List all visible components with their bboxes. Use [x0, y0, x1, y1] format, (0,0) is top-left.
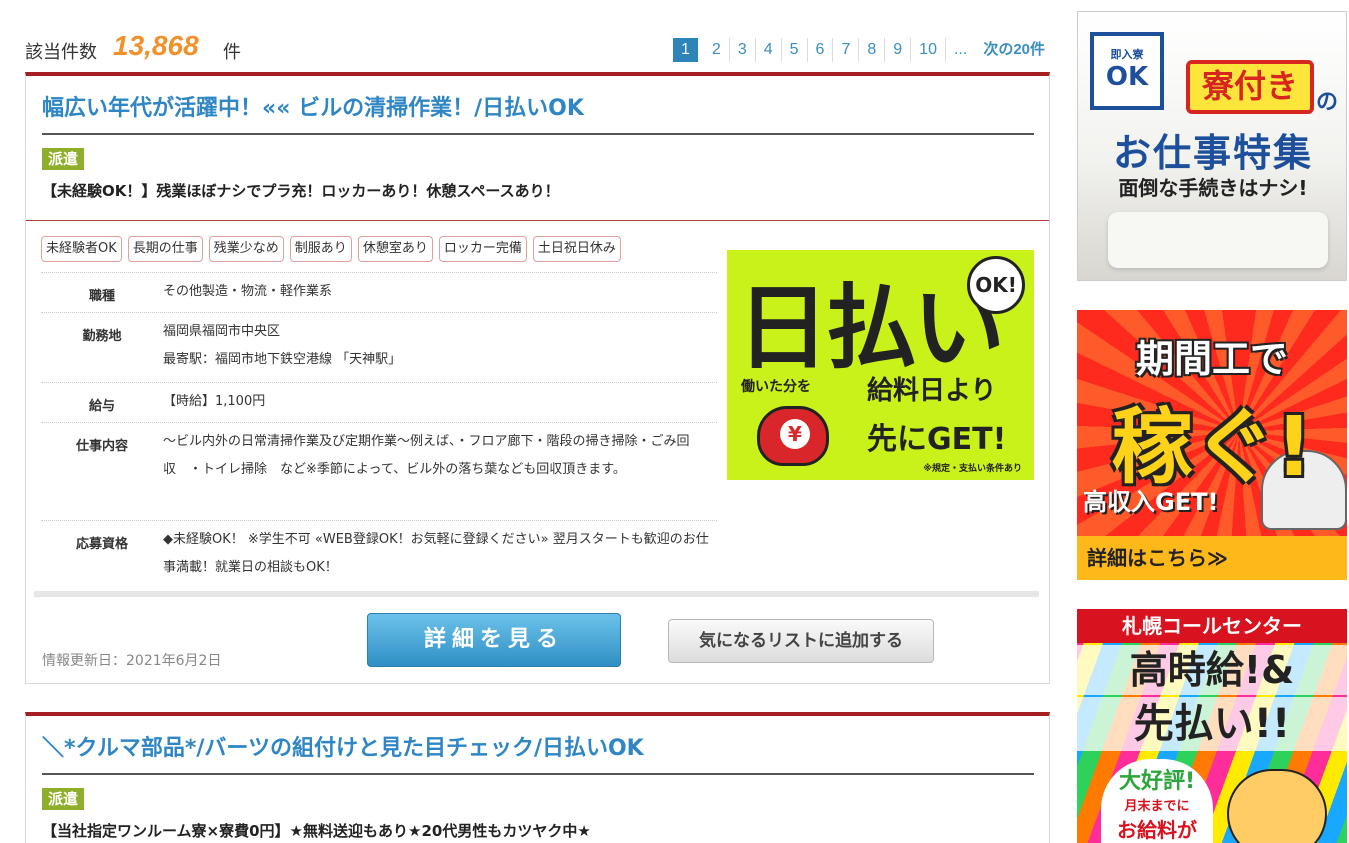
feature-tag: 土日祝日休み [532, 236, 621, 262]
info-value: その他製造・物流・軽作業系 [163, 284, 333, 299]
info-label: 職種 [88, 289, 115, 304]
view-detail-button[interactable]: 詳細を見る [367, 613, 621, 667]
ad-heading: 札幌コールセンター [1077, 609, 1347, 643]
ad-text: 面倒な手続きはナシ! [1118, 176, 1308, 200]
ad-text: 大好評! [1118, 769, 1196, 794]
title-divider [42, 133, 1034, 135]
ad-text: 月末までに [1124, 799, 1190, 814]
info-label: 給与 [88, 399, 115, 414]
sofa-image [1108, 212, 1328, 268]
job-card: ＼*クルマ部品*/バーツの組付けと見た目チェック/日払いOK 派遣 【当社指定ワ… [25, 712, 1050, 843]
feature-tag: 長期の仕事 [127, 236, 203, 262]
feature-tag: 制服あり [289, 236, 352, 262]
image-text: 先にGET! [867, 422, 1007, 457]
page-link[interactable]: 5 [782, 38, 808, 62]
info-row-content: 仕事内容 ～ビル内外の日常清掃作業及び定期作業～例えば、・フロア廊下・階段の掃き… [41, 422, 717, 520]
pagination: 1 2 3 4 5 6 7 8 9 10 ... 次の20件 [673, 37, 1045, 63]
page-link[interactable]: 9 [885, 38, 912, 62]
house-icon: 即入寮 OK [1090, 32, 1164, 110]
ad-heading: 高時給!& [1077, 645, 1347, 695]
info-row-requirements: 応募資格 ◆未経験OK！ ※学生不可 «WEB登録OK！お気軽に登録ください» … [41, 520, 717, 590]
employment-type-badge: 派遣 [42, 788, 85, 810]
info-value: ～ビル内外の日常清掃作業及び定期作業～例えば、・フロア廊下・階段の掃き掃除・ごみ… [163, 434, 690, 477]
info-label: 応募資格 [75, 537, 128, 552]
nearest-station: 最寄駅：福岡市地下鉄空港線 「天神駅」 [163, 352, 402, 367]
info-value: ◆未経験OK！ ※学生不可 «WEB登録OK！お気軽に登録ください» 翌月スター… [163, 532, 709, 575]
feature-tag: ロッカー完備 [438, 236, 527, 262]
ok-badge: OK! [967, 256, 1025, 314]
house-label-big: OK [1105, 62, 1149, 92]
feature-tag: 休憩室あり [357, 236, 433, 262]
next-page-link[interactable]: 次の20件 [975, 38, 1045, 62]
page-link[interactable]: 10 [911, 38, 946, 62]
page-link[interactable]: 2 [704, 38, 730, 62]
job-title-link[interactable]: ＼*クルマ部品*/バーツの組付けと見た目チェック/日払いOK [42, 730, 644, 762]
ad-text: お給料が [1117, 818, 1197, 842]
house-label-small: 即入寮 [1110, 48, 1144, 61]
ad-heading: 期間工で [1135, 337, 1288, 381]
job-info-table: 職種 その他製造・物流・軽作業系 勤務地 福岡県福岡市中央区 最寄駅：福岡市地下… [41, 272, 717, 590]
info-label: 仕事内容 [75, 439, 128, 454]
info-value: 【時給】1,100円 [163, 394, 266, 409]
ad-heading: 寮付き [1186, 60, 1314, 114]
image-heading: 日払い [737, 275, 1005, 382]
info-label: 勤務地 [82, 329, 122, 344]
card-footer-bar [34, 591, 1039, 597]
ad-heading: お仕事特集 [1112, 131, 1313, 175]
section-divider [26, 220, 1049, 221]
location-address: 福岡県福岡市中央区 [163, 324, 281, 339]
results-count-label: 該当件数 [25, 42, 97, 63]
job-catchphrase: 【当社指定ワンルーム寮×寮費0円】★無料送迎もあり★20代男性もカツヤク中★ [42, 822, 591, 840]
info-value: 福岡県福岡市中央区 最寄駅：福岡市地下鉄空港線 「天神駅」 [163, 313, 717, 382]
ad-banner-dormitory[interactable]: 即入寮 OK 寮付き の お仕事特集 面倒な手続きはナシ! [1077, 11, 1347, 281]
ad-text: 高収入GET! [1083, 488, 1219, 516]
page-ellipsis: ... [953, 41, 968, 58]
ad-banner-call-center[interactable]: 札幌コールセンター 高時給!& 先払い!! 大好評! 月末までに お給料が [1077, 609, 1347, 843]
page-link[interactable]: 6 [808, 38, 834, 62]
page-link[interactable]: 8 [859, 38, 886, 62]
add-to-favorites-button[interactable]: 気になるリストに追加する [668, 619, 934, 663]
purse-icon: ¥ [757, 406, 829, 466]
image-text: 働いた分を [741, 379, 811, 395]
results-count: 13,868 [113, 30, 199, 61]
feature-tags: 未経験者OK 長期の仕事 残業少なめ 制服あり 休憩室あり ロッカー完備 土日祝… [41, 236, 621, 262]
feature-tag: 残業少なめ [208, 236, 284, 262]
employment-type-badge: 派遣 [42, 148, 85, 170]
yen-icon: ¥ [780, 419, 810, 449]
page-link[interactable]: 4 [756, 38, 782, 62]
image-note: ※規定・支払い条件あり [923, 464, 1022, 474]
ad-banner-factory[interactable]: 期間工で 稼ぐ! 高収入GET! 詳細はこちら≫ [1077, 310, 1347, 580]
character-face-icon [1227, 769, 1327, 843]
job-title-link[interactable]: 幅広い年代が活躍中！«« ビルの清掃作業！/日払いOK [42, 90, 584, 122]
image-text: 給料日より [867, 376, 997, 406]
job-catchphrase: 【未経験OK！】残業ほぼナシでプラ充！ロッカーあり！休憩スペースあり！ [42, 182, 560, 200]
page-current: 1 [673, 38, 698, 62]
results-count-unit: 件 [223, 42, 241, 63]
page-link[interactable]: 7 [833, 38, 860, 62]
info-row-salary: 給与 【時給】1,100円 [41, 382, 717, 422]
ad-speech-bubble: 大好評! 月末までに お給料が [1101, 759, 1213, 843]
feature-tag: 未経験者OK [41, 236, 122, 262]
ad-heading: 先払い!! [1077, 697, 1347, 751]
info-row-location: 勤務地 福岡県福岡市中央区 最寄駅：福岡市地下鉄空港線 「天神駅」 [41, 312, 717, 382]
ad-text: の [1316, 90, 1339, 115]
title-divider [42, 773, 1034, 775]
job-card: 幅広い年代が活躍中！«« ビルの清掃作業！/日払いOK 派遣 【未経験OK！】残… [25, 72, 1050, 684]
info-row-job-type: 職種 その他製造・物流・軽作業系 [41, 272, 717, 312]
page-link[interactable]: 3 [730, 38, 756, 62]
job-image-day-pay: 日払い OK! 働いた分を 給料日より 先にGET! ¥ ※規定・支払い条件あり [727, 250, 1034, 480]
updated-date: 情報更新日：2021年6月2日 [42, 653, 222, 669]
ad-cta: 詳細はこちら≫ [1077, 536, 1347, 580]
results-header: 該当件数 13,868 件 1 2 3 4 5 6 7 8 9 10 ... 次… [25, 30, 1045, 66]
